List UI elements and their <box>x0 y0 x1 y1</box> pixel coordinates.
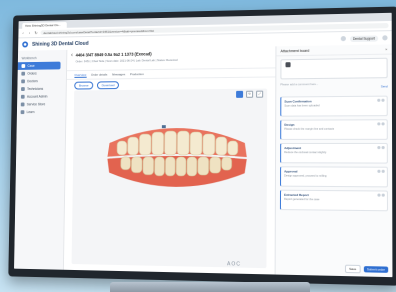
settings-icon[interactable] <box>382 35 387 40</box>
fullscreen-icon[interactable]: ⤢ <box>256 91 263 98</box>
message-text: Reduce the occlusal contact slightly <box>284 151 383 154</box>
message-item[interactable]: Adjustment Reduce the occlusal contact s… <box>280 143 388 164</box>
orders-icon <box>21 72 24 75</box>
sidebar: Workbench Case Orders Doctors Technician… <box>14 50 67 270</box>
attachment-panel: Attachment board × Please add a comment … <box>275 44 393 277</box>
message-title: Design <box>284 122 383 126</box>
edit-icon[interactable] <box>377 99 380 102</box>
message-actions <box>377 194 385 197</box>
delete-icon[interactable] <box>381 99 384 102</box>
sidebar-item-label: Orders <box>27 72 36 76</box>
app-body: Workbench Case Orders Doctors Technician… <box>14 44 392 277</box>
panel-title: Attachment board <box>280 48 309 52</box>
app-title: Shining 3D Dental Cloud <box>32 40 89 47</box>
tab-overview[interactable]: Overview <box>74 72 86 77</box>
close-icon[interactable]: × <box>385 46 387 51</box>
comment-input[interactable]: Please add a comment here... <box>280 81 387 86</box>
sidebar-item-label: Learn <box>27 110 35 114</box>
sidebar-item-label: Service Store <box>27 102 45 106</box>
header-actions: Dental Support <box>340 35 387 42</box>
browse-button[interactable]: Browse <box>74 81 93 89</box>
sidebar-item-label: Case <box>27 64 34 68</box>
message-text: Design approved, proceed to milling <box>284 174 384 178</box>
message-item[interactable]: Scan Confirmation Scan data has been upl… <box>280 96 388 117</box>
message-title: Adjustment <box>284 146 383 150</box>
learn-icon <box>21 110 24 113</box>
account-icon <box>21 95 24 98</box>
3d-viewer[interactable]: ↻ ⤢ <box>72 89 268 269</box>
delete-icon[interactable] <box>382 146 385 149</box>
message-item[interactable]: Extracted Report Report generated for th… <box>280 190 388 212</box>
rotate-icon[interactable]: ↻ <box>246 91 253 98</box>
panel-footer: Save Submit order <box>280 263 388 274</box>
back-arrow-icon[interactable]: ‹ <box>21 31 25 35</box>
store-icon <box>21 103 24 106</box>
message-actions <box>377 99 385 102</box>
main-content: ‹ 4404 3/4T 8949 0.5a 9a2 1 1373 (Exocad… <box>64 46 276 274</box>
message-text: Report generated for the case <box>284 198 384 202</box>
case-header: ‹ 4404 3/4T 8949 0.5a 9a2 1 1373 (Exocad… <box>67 46 275 71</box>
back-chevron-icon[interactable]: ‹ <box>71 53 73 60</box>
notification-icon[interactable] <box>340 36 345 41</box>
user-menu[interactable]: Dental Support <box>350 35 378 42</box>
panel-header: Attachment board × <box>276 44 391 56</box>
download-button[interactable]: Download <box>97 81 119 89</box>
message-title: Approval <box>284 169 384 174</box>
message-title: Extracted Report <box>284 193 384 198</box>
forward-arrow-icon[interactable]: › <box>28 31 32 35</box>
browser-tab[interactable]: View Shining3D Dental Clo... <box>22 22 67 29</box>
message-actions <box>377 122 385 125</box>
sidebar-item-label: Doctors <box>27 79 38 83</box>
app-logo-icon <box>22 41 29 48</box>
case-meta: Order: 3451 | Chair Side | Scan date: 20… <box>76 58 178 63</box>
sidebar-item-label: Technicians <box>27 87 43 91</box>
tab-order-details[interactable]: Order details <box>91 73 107 77</box>
case-title: 4404 3/4T 8949 0.5a 9a2 1 1373 (Exocad) <box>76 51 178 58</box>
message-title: Scan Confirmation <box>284 99 383 104</box>
technician-icon <box>21 87 24 90</box>
tab-messages[interactable]: Messages <box>112 72 125 76</box>
doctor-icon <box>21 80 24 83</box>
message-list: Scan Confirmation Scan data has been upl… <box>280 96 388 215</box>
monitor-stand <box>110 282 310 292</box>
reload-icon[interactable]: ↻ <box>34 31 38 35</box>
view-mode-icon[interactable] <box>236 91 243 98</box>
submit-order-button[interactable]: Submit order <box>364 266 389 273</box>
viewer-tools: ↻ ⤢ <box>236 91 263 98</box>
edit-icon[interactable] <box>377 146 380 149</box>
monitor-brand-logo: AOC <box>227 261 241 267</box>
sidebar-item-learn[interactable]: Learn <box>17 108 66 116</box>
message-item[interactable]: Approval Design approved, proceed to mil… <box>280 166 388 187</box>
screen: View Shining3D Dental Clo... ‹ › ↻ denta… <box>14 13 392 277</box>
message-item[interactable]: Design Please check the margin line and … <box>280 119 388 140</box>
save-button[interactable]: Save <box>345 265 361 274</box>
message-text: Please check the margin line and contact… <box>284 127 383 130</box>
message-actions <box>377 170 385 173</box>
dental-model-image <box>103 115 251 198</box>
delete-icon[interactable] <box>381 122 384 125</box>
monitor: View Shining3D Dental Clo... ‹ › ↻ denta… <box>8 7 396 286</box>
case-icon <box>21 64 24 67</box>
file-icon <box>285 62 290 67</box>
edit-icon[interactable] <box>377 122 380 125</box>
edit-icon[interactable] <box>377 194 380 197</box>
message-actions <box>377 146 385 149</box>
send-button[interactable]: Send <box>381 84 388 88</box>
attachment-card[interactable] <box>280 58 387 80</box>
edit-icon[interactable] <box>377 170 380 173</box>
message-text: Scan data has been uploaded <box>284 104 383 108</box>
delete-icon[interactable] <box>382 194 385 197</box>
tab-production[interactable]: Production <box>130 72 144 76</box>
delete-icon[interactable] <box>382 170 385 173</box>
sidebar-item-label: Account Admin <box>27 95 48 99</box>
